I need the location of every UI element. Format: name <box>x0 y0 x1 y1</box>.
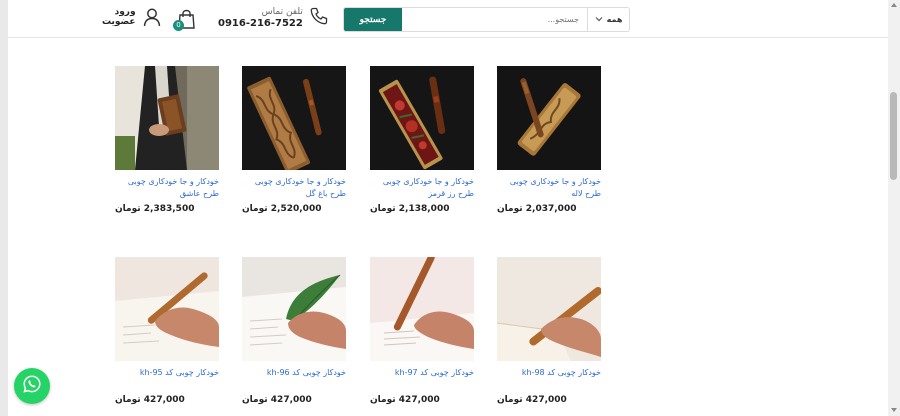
contact-phone[interactable]: تلفن تماس 0916-216-7522 <box>218 6 329 30</box>
phone-label: تلفن تماس <box>261 6 303 17</box>
product-card[interactable]: خودکار و جا خودکاری چوبی طرح عاشق 2,383,… <box>115 66 219 214</box>
vertical-scrollbar[interactable] <box>888 0 900 416</box>
product-image[interactable] <box>115 257 219 361</box>
product-card[interactable]: خودکار و جا خودکاری چوبی طرح لاله 2,037,… <box>497 66 601 214</box>
search-category-label: همه <box>606 15 623 24</box>
product-title[interactable]: خودکار چوبی کد kh-98 <box>497 367 601 391</box>
product-image[interactable] <box>497 66 601 170</box>
site-header: ورود عضویت 0 تلفن تماس 0916-216-7522 جست… <box>8 0 888 38</box>
product-image[interactable] <box>242 257 346 361</box>
page: ورود عضویت 0 تلفن تماس 0916-216-7522 جست… <box>0 0 900 416</box>
product-card[interactable]: خودکار چوبی کد kh-96 427,000 تومان <box>242 257 346 405</box>
login-register-link[interactable]: ورود عضویت <box>102 7 162 27</box>
login-label: ورود <box>114 7 136 17</box>
product-price: 2,138,000 تومان <box>370 204 450 214</box>
phone-icon <box>309 6 329 30</box>
login-text: ورود عضویت <box>102 7 136 27</box>
whatsapp-icon <box>22 374 42 398</box>
phone-number: 0916-216-7522 <box>218 17 303 29</box>
product-title[interactable]: خودکار و جا خودکاری چوبی طرح باغ گل <box>242 176 346 200</box>
user-icon <box>142 7 162 27</box>
product-image[interactable] <box>242 66 346 170</box>
register-label: عضویت <box>102 17 136 27</box>
scrollbar-thumb[interactable] <box>890 92 897 180</box>
scroll-up-arrow-icon[interactable] <box>891 3 897 7</box>
chevron-down-icon <box>595 15 603 24</box>
search-button[interactable]: جستجو <box>344 8 402 31</box>
product-price: 2,383,500 تومان <box>115 204 195 214</box>
product-price: 427,000 تومان <box>497 395 567 405</box>
product-price: 427,000 تومان <box>370 395 440 405</box>
phone-text: تلفن تماس 0916-216-7522 <box>218 7 303 30</box>
scroll-down-arrow-icon[interactable] <box>891 408 897 412</box>
product-title[interactable]: خودکار چوبی کد kh-96 <box>242 367 346 391</box>
product-price: 2,037,000 تومان <box>497 204 577 214</box>
product-title[interactable]: خودکار چوبی کد kh-95 <box>115 367 219 391</box>
product-card[interactable]: خودکار چوبی کد kh-98 427,000 تومان <box>497 257 601 405</box>
product-title[interactable]: خودکار و جا خودکاری چوبی طرح لاله <box>497 176 601 200</box>
whatsapp-chat-button[interactable] <box>14 368 50 404</box>
cart-count-badge: 0 <box>173 20 184 31</box>
product-price: 427,000 تومان <box>115 395 185 405</box>
search-bar: جستجو همه <box>343 7 630 32</box>
browser-viewport: ورود عضویت 0 تلفن تماس 0916-216-7522 جست… <box>8 0 888 416</box>
product-title[interactable]: خودکار و جا خودکاری چوبی طرح رز قرمز <box>370 176 474 200</box>
product-card[interactable]: خودکار چوبی کد kh-95 427,000 تومان <box>115 257 219 405</box>
product-price: 427,000 تومان <box>242 395 312 405</box>
cart-button[interactable]: 0 <box>173 8 197 31</box>
product-card[interactable]: خودکار و جا خودکاری چوبی طرح رز قرمز 2,1… <box>370 66 474 214</box>
search-category-select[interactable]: همه <box>587 8 629 31</box>
product-image[interactable] <box>497 257 601 361</box>
product-price: 2,520,000 تومان <box>242 204 322 214</box>
product-image[interactable] <box>370 257 474 361</box>
product-card[interactable]: خودکار چوبی کد kh-97 427,000 تومان <box>370 257 474 405</box>
product-title[interactable]: خودکار چوبی کد kh-97 <box>370 367 474 391</box>
search-input[interactable] <box>402 8 587 31</box>
product-image[interactable] <box>370 66 474 170</box>
product-card[interactable]: خودکار و جا خودکاری چوبی طرح باغ گل 2,52… <box>242 66 346 214</box>
product-title[interactable]: خودکار و جا خودکاری چوبی طرح عاشق <box>115 176 219 200</box>
product-image[interactable] <box>115 66 219 170</box>
